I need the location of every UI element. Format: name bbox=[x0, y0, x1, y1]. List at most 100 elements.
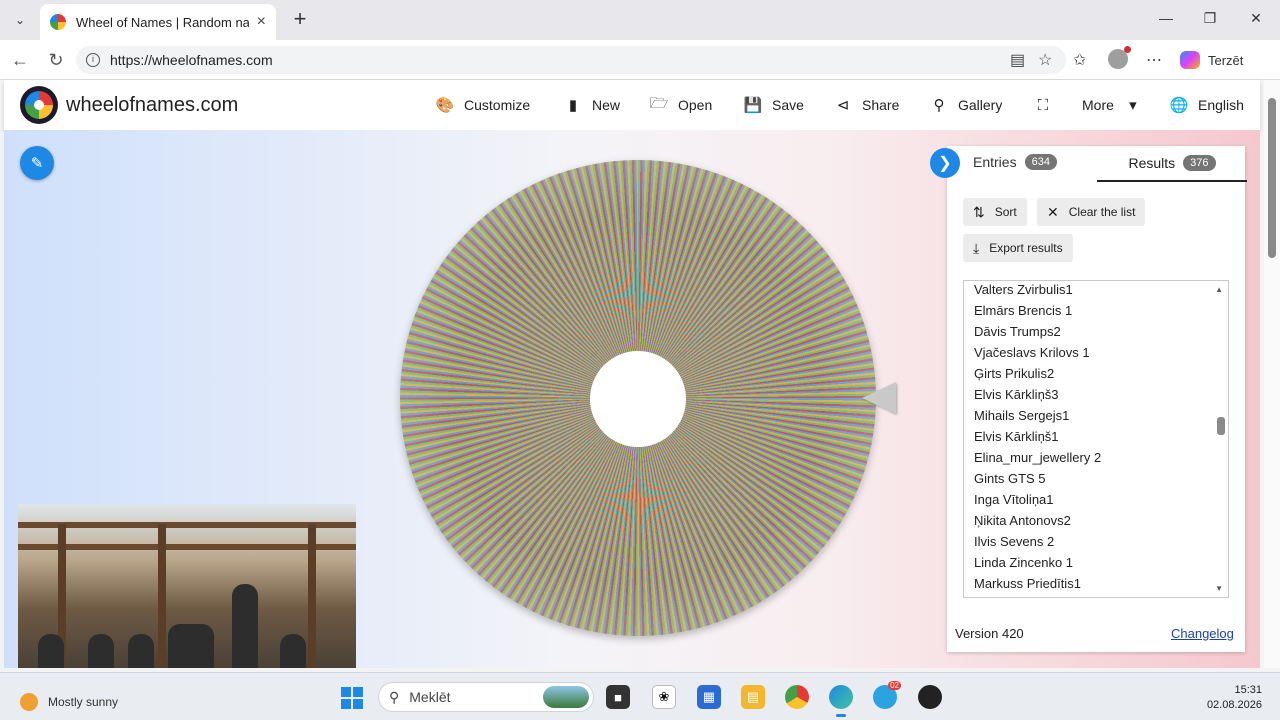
new-button[interactable]: ▮ New bbox=[564, 96, 620, 114]
new-label: New bbox=[592, 97, 621, 113]
list-item[interactable]: Vjačeslavs Krilovs 1 bbox=[974, 342, 1228, 363]
language-label: English bbox=[1198, 97, 1244, 113]
copilot-button[interactable]: Terzēt bbox=[1180, 50, 1260, 70]
more-options-icon[interactable]: ⋯ bbox=[1146, 50, 1162, 70]
url-field[interactable]: i https://wheelofnames.com bbox=[76, 46, 1066, 74]
list-item[interactable]: Ģirts Prikulis2 bbox=[974, 363, 1228, 384]
page-scrollbar[interactable] bbox=[1264, 80, 1280, 668]
edge-icon[interactable] bbox=[829, 685, 853, 717]
clock-time: 15:31 bbox=[1234, 684, 1262, 696]
results-scrollbar-thumb[interactable] bbox=[1217, 417, 1225, 435]
export-results-button[interactable]: ⤓ Export results bbox=[963, 234, 1073, 262]
reload-icon[interactable]: ↻ bbox=[46, 50, 66, 70]
language-button[interactable]: 🌐 English bbox=[1170, 96, 1244, 114]
edit-pencil-button[interactable]: ✎ bbox=[20, 146, 54, 180]
site-name[interactable]: wheelofnames.com bbox=[66, 94, 238, 117]
sun-icon bbox=[20, 693, 38, 711]
fullscreen-button[interactable]: ⛶ bbox=[1034, 96, 1052, 114]
close-tab-icon[interactable]: × bbox=[257, 13, 266, 31]
webcam-overlay-video bbox=[18, 504, 356, 668]
site-logo-icon[interactable] bbox=[20, 86, 58, 124]
favorite-star-icon[interactable]: ☆ bbox=[1038, 50, 1052, 70]
tab-results[interactable]: Results 376 bbox=[1097, 146, 1247, 182]
customize-label: Customize bbox=[464, 97, 531, 113]
taskbar-search-placeholder: Meklēt bbox=[409, 689, 451, 705]
close-icon: ✕ bbox=[1047, 203, 1059, 220]
chatgpt-icon[interactable]: ❀ bbox=[652, 685, 676, 709]
list-item[interactable]: Valters Zvirbulis1 bbox=[974, 281, 1228, 300]
favorites-list-icon[interactable]: ✩ bbox=[1073, 50, 1086, 70]
list-item[interactable]: Mihails Sergejs1 bbox=[974, 405, 1228, 426]
chrome-icon[interactable] bbox=[785, 685, 809, 709]
weather-widget[interactable]: Mostly sunny bbox=[20, 693, 118, 711]
browser-tab-strip: ⌄ Wheel of Names | Random name p × + — ❐… bbox=[0, 0, 1280, 40]
list-item[interactable]: Linda Zincenko 1 bbox=[974, 552, 1228, 573]
chevron-right-icon: ❯ bbox=[938, 155, 952, 172]
telegram-icon[interactable]: 02 bbox=[873, 681, 901, 709]
scroll-down-arrow-icon[interactable]: ▼ bbox=[1215, 584, 1223, 593]
windows-start-icon[interactable] bbox=[341, 687, 363, 709]
list-item[interactable]: Elvis Kārkliņš3 bbox=[974, 384, 1228, 405]
list-item[interactable]: Ņikita Antonovs2 bbox=[974, 510, 1228, 531]
sort-icon: ⇅ bbox=[973, 203, 985, 220]
changelog-link[interactable]: Changelog bbox=[1171, 626, 1234, 641]
system-clock[interactable]: 15:31 02.08.2026 bbox=[1207, 683, 1262, 713]
tab-entries[interactable]: Entries 634 bbox=[973, 154, 1057, 170]
store-icon[interactable]: ▦ bbox=[697, 685, 721, 709]
side-panel: Entries 634 Results 376 ⇅ Sort ✕ Clear t… bbox=[947, 146, 1247, 652]
list-item[interactable]: Dāvis Trumps2 bbox=[974, 321, 1228, 342]
close-window-icon[interactable]: ✕ bbox=[1246, 10, 1266, 27]
address-bar-row: ← ↻ i https://wheelofnames.com ▤ ☆ ✩ ⋯ bbox=[0, 40, 1280, 80]
fullscreen-icon: ⛶ bbox=[1037, 96, 1049, 114]
task-view-icon[interactable]: ■ bbox=[606, 685, 630, 709]
open-button[interactable]: 🗁 Open bbox=[650, 95, 713, 114]
profile-avatar[interactable] bbox=[1108, 46, 1131, 69]
list-item[interactable]: Elvis Kārkliņš1 bbox=[974, 426, 1228, 447]
sort-button[interactable]: ⇅ Sort bbox=[963, 198, 1027, 226]
browser-tab-active[interactable]: Wheel of Names | Random name p × bbox=[40, 4, 276, 40]
file-explorer-icon[interactable]: ▤ bbox=[741, 685, 765, 709]
taskbar-search[interactable]: ⚲ Meklēt bbox=[378, 682, 594, 712]
clear-list-button[interactable]: ✕ Clear the list bbox=[1037, 198, 1146, 226]
restore-window-icon[interactable]: ❐ bbox=[1200, 10, 1220, 27]
list-item[interactable]: Markuss Priedītis1 bbox=[974, 573, 1228, 594]
list-item[interactable]: Gints GTS 5 bbox=[974, 468, 1228, 489]
list-item[interactable]: Ilvis Sevens 2 bbox=[974, 531, 1228, 552]
download-file-icon: ⤓ bbox=[973, 239, 980, 256]
list-item[interactable]: Inga Vītoliņa1 bbox=[974, 489, 1228, 510]
reader-mode-icon[interactable]: ▤ bbox=[1010, 50, 1025, 70]
recording-app-icon[interactable] bbox=[918, 685, 942, 709]
results-list-box[interactable]: Valters Zvirbulis1 Elmārs Brencis 1 Dāvi… bbox=[963, 280, 1229, 598]
panel-collapse-button[interactable]: ❯ bbox=[930, 148, 960, 178]
list-item[interactable]: Elmārs Brencis 1 bbox=[974, 300, 1228, 321]
search-icon: ⚲ bbox=[389, 688, 400, 705]
minimize-icon[interactable]: — bbox=[1156, 10, 1176, 26]
more-menu-button[interactable]: More ▾ bbox=[1082, 96, 1142, 114]
more-label: More bbox=[1082, 97, 1114, 113]
gallery-button[interactable]: ⚲ Gallery bbox=[930, 96, 1003, 114]
url-text: https://wheelofnames.com bbox=[110, 52, 273, 68]
main-area: ✎ ❯ Entries 634 Results 376 ⇅ Sort ✕ Cle… bbox=[4, 130, 1260, 668]
new-tab-plus-icon[interactable]: + bbox=[288, 8, 312, 32]
share-button[interactable]: ⊲ Share bbox=[834, 96, 900, 114]
list-item[interactable]: Elina_mur_jewellery 2 bbox=[974, 447, 1228, 468]
caret-down-icon: ▾ bbox=[1129, 97, 1137, 114]
save-button[interactable]: 💾 Save bbox=[744, 96, 804, 114]
windows-taskbar: Mostly sunny ⚲ Meklēt ■ ❀ ▦ ▤ 02 15:31 0… bbox=[0, 672, 1280, 720]
sort-label: Sort bbox=[994, 205, 1017, 219]
entries-count-badge: 634 bbox=[1024, 154, 1057, 170]
wheel-center-hub[interactable] bbox=[590, 351, 686, 447]
site-info-icon[interactable]: i bbox=[86, 53, 100, 67]
scroll-up-arrow-icon[interactable]: ▲ bbox=[1215, 285, 1223, 294]
share-icon: ⊲ bbox=[836, 97, 850, 114]
customize-button[interactable]: 🎨 Customize bbox=[436, 96, 530, 114]
search-highlight-image bbox=[543, 686, 589, 708]
new-file-icon: ▮ bbox=[568, 97, 578, 114]
results-label: Results bbox=[1128, 155, 1176, 171]
tab-list-chevron-icon[interactable]: ⌄ bbox=[8, 8, 32, 32]
floppy-disk-icon: 💾 bbox=[743, 97, 763, 114]
back-arrow-icon[interactable]: ← bbox=[10, 50, 30, 70]
telegram-badge: 02 bbox=[888, 681, 901, 690]
entries-label: Entries bbox=[973, 154, 1017, 170]
page-scrollbar-thumb[interactable] bbox=[1268, 98, 1276, 258]
